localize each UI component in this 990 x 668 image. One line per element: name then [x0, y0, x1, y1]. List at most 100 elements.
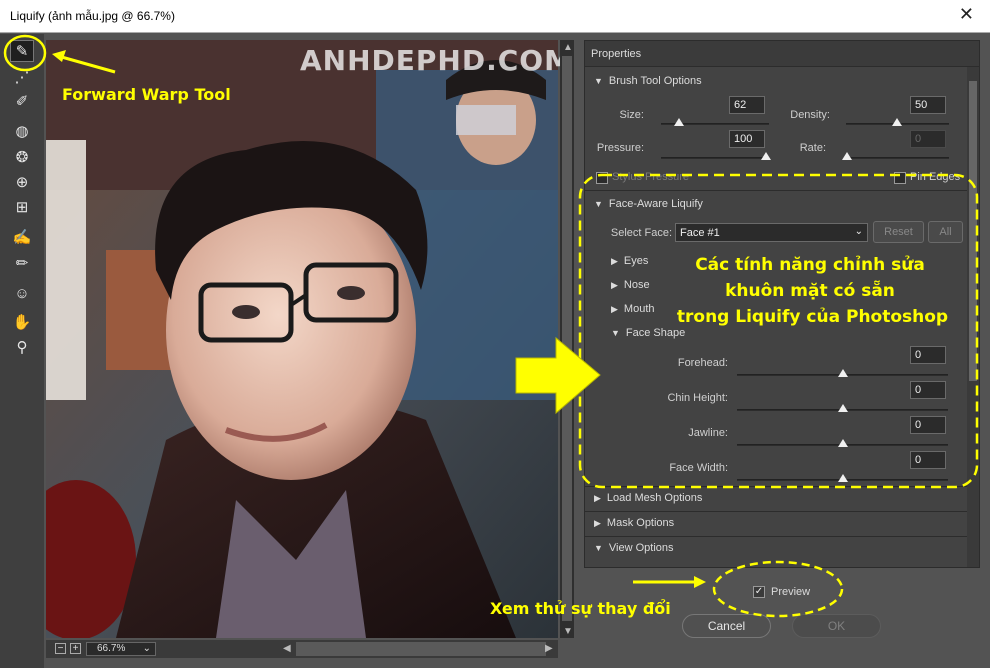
- chin-height-slider-knob[interactable]: [838, 404, 848, 412]
- triangle-down-icon: ▼: [594, 199, 603, 209]
- preview-annotation: Xem thử sự thay đổi: [490, 599, 671, 618]
- pin-edges-checkbox[interactable]: [894, 172, 906, 184]
- rate-field[interactable]: 0: [910, 130, 946, 148]
- scroll-thumb[interactable]: [562, 56, 572, 621]
- push-left-tool-icon[interactable]: ⊞: [10, 196, 34, 218]
- scroll-down-icon[interactable]: ▼: [563, 626, 573, 637]
- stylus-pressure-checkbox[interactable]: [596, 172, 608, 184]
- reconstruct-tool-icon[interactable]: ⋰: [10, 66, 34, 88]
- select-face-value: Face #1: [680, 227, 720, 239]
- section-divider: [585, 536, 967, 537]
- preview-label: Preview: [771, 586, 811, 598]
- pin-edges-label: Pin Edges: [910, 171, 961, 183]
- twirl-tool-icon[interactable]: ◍: [10, 120, 34, 142]
- mask-options-header[interactable]: ▶ Mask Options: [594, 517, 674, 529]
- triangle-down-icon: ▼: [611, 328, 620, 338]
- zoom-value: 66.7%: [97, 643, 126, 654]
- scroll-right-icon[interactable]: ▶: [545, 643, 553, 654]
- nose-label: Nose: [623, 279, 650, 291]
- preview-checkbox[interactable]: ✓: [753, 586, 765, 598]
- reset-button[interactable]: Reset: [873, 221, 924, 243]
- section-divider: [585, 190, 967, 191]
- pucker-tool-icon[interactable]: ❂: [10, 146, 34, 168]
- features-annotation-line2: khuôn mặt có sẵn: [725, 281, 895, 301]
- jawline-slider-knob[interactable]: [838, 439, 848, 447]
- smooth-tool-icon[interactable]: ✐: [10, 90, 34, 112]
- hand-tool-icon[interactable]: ✋: [10, 311, 34, 333]
- panel-scrollbar[interactable]: [967, 67, 979, 567]
- horizontal-scrollbar[interactable]: [296, 642, 546, 656]
- zoom-in-button[interactable]: +: [70, 643, 81, 654]
- mask-options-label: Mask Options: [606, 517, 675, 529]
- face-width-label: Face Width:: [669, 462, 728, 474]
- chin-height-label: Chin Height:: [667, 392, 728, 404]
- rate-slider-knob[interactable]: [842, 152, 852, 160]
- zoom-out-button[interactable]: −: [55, 643, 66, 654]
- chin-height-field[interactable]: 0: [910, 381, 946, 399]
- forehead-slider-knob[interactable]: [838, 369, 848, 377]
- all-button[interactable]: All: [928, 221, 963, 243]
- size-label: Size:: [619, 109, 644, 121]
- jawline-field[interactable]: 0: [910, 416, 946, 434]
- title-bar: Liquify (ảnh mẫu.jpg @ 66.7%) ✕: [0, 0, 990, 33]
- triangle-right-icon: ▶: [611, 304, 618, 314]
- nose-section-header[interactable]: ▶ Nose: [611, 279, 650, 291]
- face-width-field[interactable]: 0: [910, 451, 946, 469]
- tool-panel: ✎ ⋰ ✐ ◍ ❂ ⊕ ⊞ ✍ ✏ ☺ ✋ ⚲: [0, 34, 44, 668]
- pressure-field[interactable]: 100: [729, 130, 765, 148]
- forward-warp-tool-icon[interactable]: ✎: [10, 40, 34, 62]
- bloat-tool-icon[interactable]: ⊕: [10, 171, 34, 193]
- section-divider: [585, 511, 967, 512]
- load-mesh-options-header[interactable]: ▶ Load Mesh Options: [594, 492, 702, 504]
- brush-tool-options-label: Brush Tool Options: [608, 75, 702, 87]
- window-title: Liquify (ảnh mẫu.jpg @ 66.7%): [10, 9, 175, 23]
- scroll-up-icon[interactable]: ▲: [563, 42, 573, 53]
- mouth-section-header[interactable]: ▶ Mouth: [611, 303, 655, 315]
- vertical-scrollbar[interactable]: [560, 40, 574, 638]
- zoom-level-field[interactable]: 66.7% ⌄: [86, 642, 156, 656]
- size-slider-knob[interactable]: [674, 118, 684, 126]
- brush-tool-options-header[interactable]: ▼ Brush Tool Options: [594, 75, 702, 87]
- density-label: Density:: [790, 109, 830, 121]
- face-tool-icon[interactable]: ☺: [10, 282, 34, 304]
- eyes-label: Eyes: [623, 255, 649, 267]
- triangle-right-icon: ▶: [611, 280, 618, 290]
- view-options-label: View Options: [608, 542, 674, 554]
- close-icon[interactable]: ✕: [959, 4, 974, 25]
- size-field[interactable]: 62: [729, 96, 765, 114]
- forward-warp-annotation: Forward Warp Tool: [62, 85, 231, 104]
- select-face-dropdown[interactable]: Face #1 ⌄: [675, 223, 868, 242]
- face-width-slider-knob[interactable]: [838, 474, 848, 482]
- forehead-label: Forehead:: [677, 357, 728, 369]
- pressure-slider[interactable]: [661, 157, 769, 159]
- watermark: ANHDEPHD.COM: [300, 44, 573, 77]
- preview-arrowhead: [694, 576, 706, 588]
- pressure-label: Pressure:: [596, 142, 644, 154]
- section-divider: [585, 486, 967, 487]
- density-field[interactable]: 50: [910, 96, 946, 114]
- triangle-down-icon: ▼: [594, 543, 603, 553]
- face-aware-liquify-header[interactable]: ▼ Face-Aware Liquify: [594, 198, 703, 210]
- jawline-label: Jawline:: [688, 427, 728, 439]
- panel-scroll-thumb[interactable]: [969, 81, 977, 381]
- properties-title: Properties: [585, 41, 979, 67]
- load-mesh-options-label: Load Mesh Options: [606, 492, 703, 504]
- density-slider-knob[interactable]: [892, 118, 902, 126]
- features-annotation-line1: Các tính năng chỉnh sửa: [695, 255, 925, 275]
- face-aware-liquify-label: Face-Aware Liquify: [608, 198, 703, 210]
- zoom-tool-icon[interactable]: ⚲: [10, 336, 34, 358]
- forehead-field[interactable]: 0: [910, 346, 946, 364]
- rate-slider[interactable]: [846, 157, 949, 159]
- mouth-label: Mouth: [623, 303, 655, 315]
- chevron-down-icon[interactable]: ⌄: [143, 643, 151, 655]
- portrait-photo: [46, 40, 558, 638]
- cancel-button[interactable]: Cancel: [682, 614, 771, 638]
- scroll-left-icon[interactable]: ◀: [283, 643, 291, 654]
- ok-button[interactable]: OK: [792, 614, 881, 638]
- view-options-header[interactable]: ▼ View Options: [594, 542, 674, 554]
- eyes-section-header[interactable]: ▶ Eyes: [611, 255, 648, 267]
- thaw-mask-tool-icon[interactable]: ✏: [10, 252, 34, 274]
- freeze-mask-tool-icon[interactable]: ✍: [10, 226, 34, 248]
- preview-canvas[interactable]: [46, 40, 558, 638]
- features-annotation-line3: trong Liquify của Photoshop: [676, 307, 949, 327]
